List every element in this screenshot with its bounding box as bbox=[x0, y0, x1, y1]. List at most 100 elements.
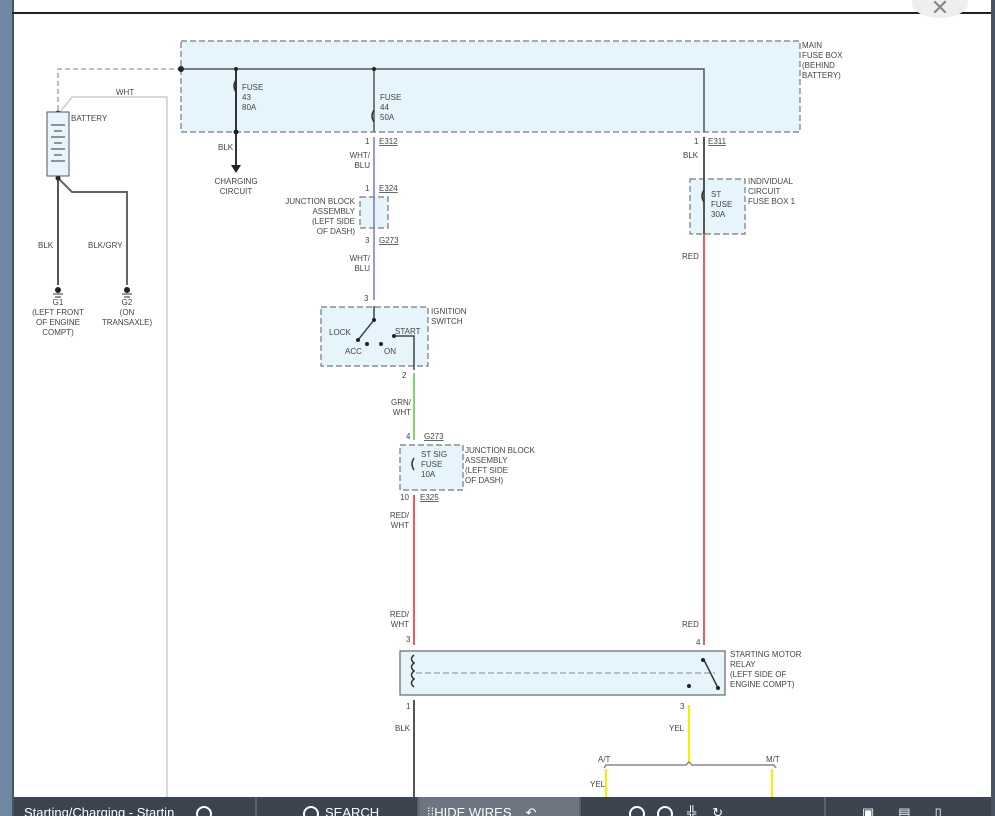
diagram-label: A/T bbox=[598, 755, 611, 764]
diagram-label: YEL bbox=[590, 780, 606, 789]
diagram-label: 1 bbox=[406, 702, 411, 711]
connector-g273: G273 bbox=[379, 236, 399, 245]
diagram-label: BLU bbox=[354, 161, 370, 170]
diagram-label: RED bbox=[682, 620, 699, 629]
battery-label: BATTERY bbox=[71, 114, 108, 123]
ground-icons bbox=[53, 293, 132, 298]
diagram-label: 30A bbox=[711, 210, 726, 219]
diagram-label: 4 bbox=[696, 638, 701, 647]
diagram-label: (ON bbox=[120, 308, 135, 317]
diagram-label: WHT/ bbox=[350, 151, 371, 160]
diagram-label: 3 bbox=[680, 702, 685, 711]
diagram-label: 43 bbox=[242, 93, 251, 102]
diagram-label: ASSEMBLY bbox=[312, 207, 355, 216]
undo-icon[interactable]: ↶ bbox=[526, 806, 537, 816]
diagram-label: LOCK bbox=[329, 328, 351, 337]
starting-motor-relay-label: STARTING MOTORRELAY(LEFT SIDE OFENGINE C… bbox=[730, 650, 802, 689]
ignition-switch-label: IGNITIONSWITCH bbox=[431, 307, 467, 326]
diagram-label: 3 bbox=[365, 236, 370, 245]
main-fuse-box-label: MAINFUSE BOX(BEHINDBATTERY) bbox=[802, 41, 843, 80]
diagram-label: WHT/ bbox=[350, 254, 371, 263]
diagram-label: 10 bbox=[400, 493, 409, 502]
diagram-label: FUSE bbox=[242, 83, 263, 92]
diagram-label: FUSE BOX 1 bbox=[748, 197, 796, 206]
print-icon[interactable]: ▤ bbox=[898, 806, 910, 816]
search-label: SEARCH bbox=[325, 805, 380, 816]
diagram-label: BATTERY) bbox=[802, 71, 841, 80]
search-button[interactable]: SEARCH bbox=[257, 797, 419, 816]
diagram-label: OF ENGINE bbox=[36, 318, 80, 327]
diagram-label: WHT bbox=[393, 408, 411, 417]
wire-color-label: WHT bbox=[116, 88, 134, 97]
diagram-label: GRN/ bbox=[391, 398, 412, 407]
diagram-label: FUSE bbox=[711, 200, 732, 209]
bottom-toolbar: Starting/Charging - Startin SEARCH ⁞⁞ HI… bbox=[14, 797, 991, 816]
hide-wires-button[interactable]: ⁞⁞ HIDE WIRES ↶ bbox=[419, 797, 581, 816]
diagram-label: (LEFT FRONT bbox=[32, 308, 84, 317]
diagram-label: BLK/GRY bbox=[88, 241, 123, 250]
diagram-label: 2 bbox=[402, 371, 407, 380]
charging-arrow-icon bbox=[231, 165, 241, 173]
individual-fuse-box-label: INDIVIDUALCIRCUITFUSE BOX 1 bbox=[748, 177, 796, 206]
diagram-label: RED bbox=[682, 252, 699, 261]
battery-icon bbox=[46, 111, 70, 177]
diagram-label: INDIVIDUAL bbox=[748, 177, 793, 186]
diagram-label: YEL bbox=[669, 724, 685, 733]
diagram-label: CIRCUIT bbox=[748, 187, 781, 196]
diagram-label: 50A bbox=[380, 113, 395, 122]
output-controls: ▣ ▤ ▯ bbox=[826, 797, 991, 816]
ground-g1-label: G1(LEFT FRONTOF ENGINECOMPT) bbox=[32, 298, 84, 337]
diagram-label: (LEFT SIDE bbox=[465, 466, 508, 475]
main-fuse-box bbox=[180, 40, 801, 133]
diagram-label: 1 bbox=[694, 137, 699, 146]
diagram-label: RELAY bbox=[730, 660, 756, 669]
diagram-label: ST SIG bbox=[421, 450, 447, 459]
diagram-label: FUSE BOX bbox=[802, 51, 843, 60]
bookmark-icon[interactable]: ▯ bbox=[935, 806, 942, 816]
diagram-label: CIRCUIT bbox=[220, 187, 253, 196]
connector-e312: E312 bbox=[379, 137, 398, 146]
diagram-label: (LEFT SIDE OF bbox=[730, 670, 786, 679]
diagram-label: OF DASH) bbox=[465, 476, 504, 485]
diagram-label: CHARGING bbox=[214, 177, 257, 186]
diagram-title-section: Starting/Charging - Startin bbox=[14, 797, 257, 816]
fit-icon[interactable]: ╬ bbox=[687, 806, 696, 816]
diagram-label: 80A bbox=[242, 103, 257, 112]
wire-color-label: BLK bbox=[218, 143, 234, 152]
diagram-label: G1 bbox=[53, 298, 64, 307]
diagram-label: SWITCH bbox=[431, 317, 463, 326]
diagram-label: ACC bbox=[345, 347, 362, 356]
connector-e311: E311 bbox=[708, 137, 727, 146]
connector-e324: E324 bbox=[379, 184, 398, 193]
diagram-label: OF DASH) bbox=[317, 227, 356, 236]
charging-circuit-label: CHARGINGCIRCUIT bbox=[214, 177, 257, 196]
rotate-icon[interactable]: ↻ bbox=[712, 806, 723, 816]
junction-block-1-label: JUNCTION BLOCKASSEMBLY(LEFT SIDEOF DASH) bbox=[285, 197, 355, 236]
diagram-label: BLK bbox=[38, 241, 54, 250]
zoom-out-icon[interactable] bbox=[629, 806, 645, 816]
diagram-label: JUNCTION BLOCK bbox=[465, 446, 535, 455]
diagram-label: WHT bbox=[391, 620, 409, 629]
diagram-label: 1 bbox=[365, 184, 370, 193]
diagram-label: ST bbox=[711, 190, 721, 199]
diagram-label: BLK bbox=[395, 724, 411, 733]
diagram-label: M/T bbox=[766, 755, 780, 764]
wires-icon: ⁞⁞ bbox=[427, 805, 435, 816]
wiring-diagram[interactable]: MAINFUSE BOX(BEHINDBATTERY) BATTERY WHT … bbox=[0, 0, 995, 797]
diagram-label: RED/ bbox=[390, 610, 410, 619]
zoom-in-icon[interactable] bbox=[657, 806, 673, 816]
diagram-label: BLK bbox=[683, 151, 699, 160]
diagram-label: STARTING MOTOR bbox=[730, 650, 802, 659]
diagram-label: MAIN bbox=[802, 41, 822, 50]
diagram-label: ON bbox=[384, 347, 396, 356]
diagram-label: JUNCTION BLOCK bbox=[285, 197, 355, 206]
diagram-label: G2 bbox=[122, 298, 133, 307]
diagram-label: START bbox=[395, 327, 421, 336]
connector-g273: G273 bbox=[424, 432, 444, 441]
diagram-label: ASSEMBLY bbox=[465, 456, 508, 465]
diagram-title: Starting/Charging - Startin bbox=[24, 805, 175, 816]
diagram-label: 4 bbox=[406, 432, 411, 441]
diagram-label: RED/ bbox=[390, 511, 410, 520]
download-icon[interactable]: ▣ bbox=[862, 806, 874, 816]
info-icon[interactable] bbox=[196, 806, 213, 816]
